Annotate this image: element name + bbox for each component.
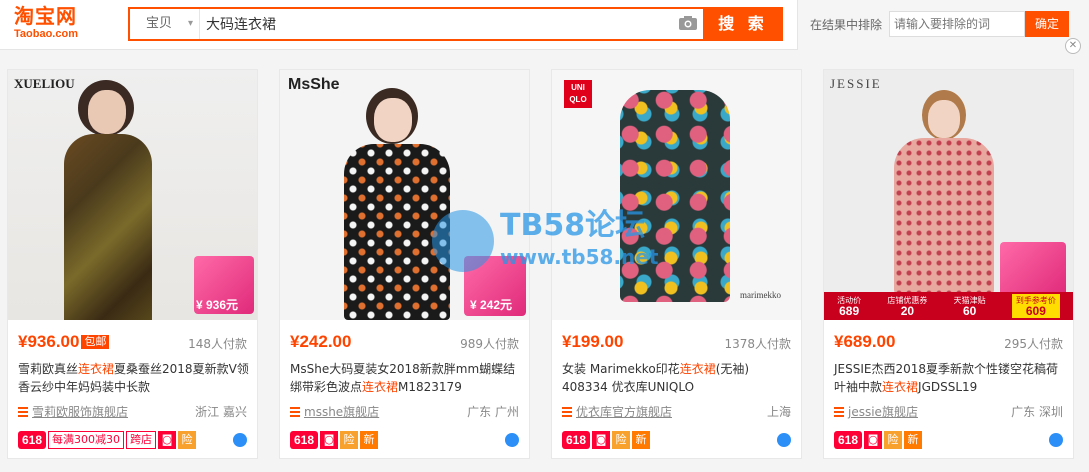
product-card[interactable]: JESSIE 活动价 689 店铺优惠券 20 天猫津贴 60 到手参考价 609 ¥6… bbox=[823, 69, 1074, 459]
product-title[interactable]: 雪莉欧真丝连衣裙夏桑蚕丝2018夏新款V领香云纱中年妈妈装中长款 bbox=[18, 360, 251, 396]
search-category-label: 宝贝 bbox=[146, 16, 173, 31]
product-card[interactable]: MsShe ¥ 242元 ¥242.00 989人付款 MsShe大码夏装女20… bbox=[279, 69, 530, 459]
product-image[interactable]: UNI QLO marimekko bbox=[552, 70, 801, 320]
insurance-icon[interactable]: 险 bbox=[612, 431, 631, 449]
shop-icon bbox=[290, 407, 300, 417]
location: 广东 广州 bbox=[467, 405, 519, 419]
price-value: ¥936.00 bbox=[18, 332, 80, 351]
search-category-select[interactable]: 宝贝 ▾ bbox=[130, 9, 200, 39]
insurance-icon[interactable]: 险 bbox=[884, 431, 903, 449]
location: 上海 bbox=[766, 405, 791, 419]
shop-link[interactable]: 雪莉欧服饰旗舰店 bbox=[18, 403, 128, 420]
brand-logo: JESSIE bbox=[830, 76, 882, 91]
chat-icon[interactable] bbox=[1049, 433, 1063, 447]
logo-main-text: 淘宝网 bbox=[14, 4, 77, 28]
taobao-logo[interactable]: 淘宝网 Taobao.com bbox=[14, 4, 104, 40]
badge-618[interactable]: 618 bbox=[834, 431, 863, 449]
exclude-confirm-button[interactable]: 确定 bbox=[1025, 11, 1069, 37]
brand-logo: MsShe bbox=[288, 76, 340, 93]
exclude-panel: 在结果中排除 确定 bbox=[797, 0, 1089, 50]
badge-618[interactable]: 618 bbox=[562, 431, 591, 449]
shop-name: msshe旗舰店 bbox=[304, 405, 380, 419]
price: ¥242.00 bbox=[290, 332, 352, 351]
camera-icon[interactable] bbox=[679, 16, 697, 30]
close-icon[interactable]: ✕ bbox=[1065, 38, 1081, 54]
product-title[interactable]: 女装 Marimekko印花连衣裙(无袖) 408334 优衣库UNIQLO bbox=[562, 360, 795, 396]
cross-store-badge[interactable]: 跨店 bbox=[126, 431, 157, 449]
chat-icon[interactable] bbox=[505, 433, 519, 447]
brand-small: marimekko bbox=[740, 290, 781, 300]
exclude-input[interactable] bbox=[889, 11, 1025, 37]
shop-icon bbox=[18, 407, 28, 417]
price: ¥199.00 bbox=[562, 332, 624, 351]
product-image[interactable]: XUELIOU ¥ 936元 bbox=[8, 70, 257, 320]
shop-link[interactable]: msshe旗舰店 bbox=[290, 403, 379, 420]
new-icon[interactable]: 新 bbox=[632, 431, 651, 449]
promo-value: 60 bbox=[962, 304, 977, 318]
brand-logo: XUELIOU bbox=[14, 76, 75, 91]
promo-value: 689 bbox=[839, 304, 860, 318]
product-card[interactable]: XUELIOU ¥ 936元 ¥936.00 包邮 148人付款 雪莉欧真丝连衣裙… bbox=[7, 69, 258, 459]
top-header: 淘宝网 Taobao.com 宝贝 ▾ 搜 索 在结果中排除 确定 bbox=[0, 0, 1089, 50]
logo-sub-text: Taobao.com bbox=[14, 28, 78, 40]
location: 浙江 嘉兴 bbox=[195, 405, 247, 419]
sales-count: 1378人付款 bbox=[724, 337, 791, 351]
badge-row: 618 每满300减30 跨店 ◙ 险 bbox=[18, 431, 197, 449]
brand-logo: UNI QLO bbox=[564, 80, 592, 108]
shop-name: 优衣库官方旗舰店 bbox=[576, 405, 673, 419]
product-image[interactable]: MsShe ¥ 242元 bbox=[280, 70, 529, 320]
tmall-icon[interactable]: ◙ bbox=[592, 431, 611, 449]
promo-value: 609 bbox=[1025, 304, 1046, 318]
search-input[interactable] bbox=[204, 9, 674, 39]
insurance-icon[interactable]: 险 bbox=[340, 431, 359, 449]
badge-row: 618 ◙ 险 新 bbox=[290, 431, 379, 449]
location: 广东 深圳 bbox=[1011, 405, 1063, 419]
badge-row: 618 ◙ 险 新 bbox=[562, 431, 651, 449]
shop-name: 雪莉欧服饰旗舰店 bbox=[32, 405, 129, 419]
badge-618[interactable]: 618 bbox=[290, 431, 319, 449]
badge-618[interactable]: 618 bbox=[18, 431, 47, 449]
product-title[interactable]: MsShe大码夏装女2018新款胖mm蝴蝶结绑带彩色波点连衣裙M1823179 bbox=[290, 360, 523, 396]
promo-value: 20 bbox=[900, 304, 915, 318]
tmall-icon[interactable]: ◙ bbox=[158, 431, 177, 449]
product-title[interactable]: JESSIE杰西2018夏季新款个性镂空花稿荷叶袖中款连衣裙JGDSSL19 bbox=[834, 360, 1067, 396]
sales-count: 989人付款 bbox=[460, 337, 519, 351]
search-button[interactable]: 搜 索 bbox=[703, 7, 783, 41]
search-bar: 宝贝 ▾ 搜 索 bbox=[128, 7, 783, 41]
shop-icon bbox=[834, 407, 844, 417]
coupon-badge[interactable]: 每满300减30 bbox=[48, 431, 125, 449]
shop-icon bbox=[562, 407, 572, 417]
price: ¥689.00 bbox=[834, 332, 896, 351]
chat-icon[interactable] bbox=[777, 433, 791, 447]
sales-count: 148人付款 bbox=[188, 337, 247, 351]
shop-name: jessie旗舰店 bbox=[848, 405, 918, 419]
promo-price: ¥ 242元 bbox=[470, 298, 513, 312]
chat-icon[interactable] bbox=[233, 433, 247, 447]
shop-link[interactable]: 优衣库官方旗舰店 bbox=[562, 403, 672, 420]
tmall-icon[interactable]: ◙ bbox=[320, 431, 339, 449]
chevron-down-icon: ▾ bbox=[187, 18, 193, 29]
badge-row: 618 ◙ 险 新 bbox=[834, 431, 923, 449]
new-icon[interactable]: 新 bbox=[360, 431, 379, 449]
price: ¥936.00 包邮 bbox=[18, 332, 110, 352]
shop-link[interactable]: jessie旗舰店 bbox=[834, 403, 918, 420]
sales-count: 295人付款 bbox=[1004, 337, 1063, 351]
free-shipping-badge: 包邮 bbox=[81, 335, 110, 349]
tmall-icon[interactable]: ◙ bbox=[864, 431, 883, 449]
product-image[interactable]: JESSIE 活动价 689 店铺优惠券 20 天猫津贴 60 到手参考价 609 bbox=[824, 70, 1073, 320]
product-card[interactable]: UNI QLO marimekko ¥199.00 1378人付款 女装 Mar… bbox=[551, 69, 802, 459]
promo-price: ¥ 936元 bbox=[196, 298, 239, 312]
insurance-icon[interactable]: 险 bbox=[178, 431, 197, 449]
exclude-label: 在结果中排除 bbox=[810, 18, 883, 32]
new-icon[interactable]: 新 bbox=[904, 431, 923, 449]
